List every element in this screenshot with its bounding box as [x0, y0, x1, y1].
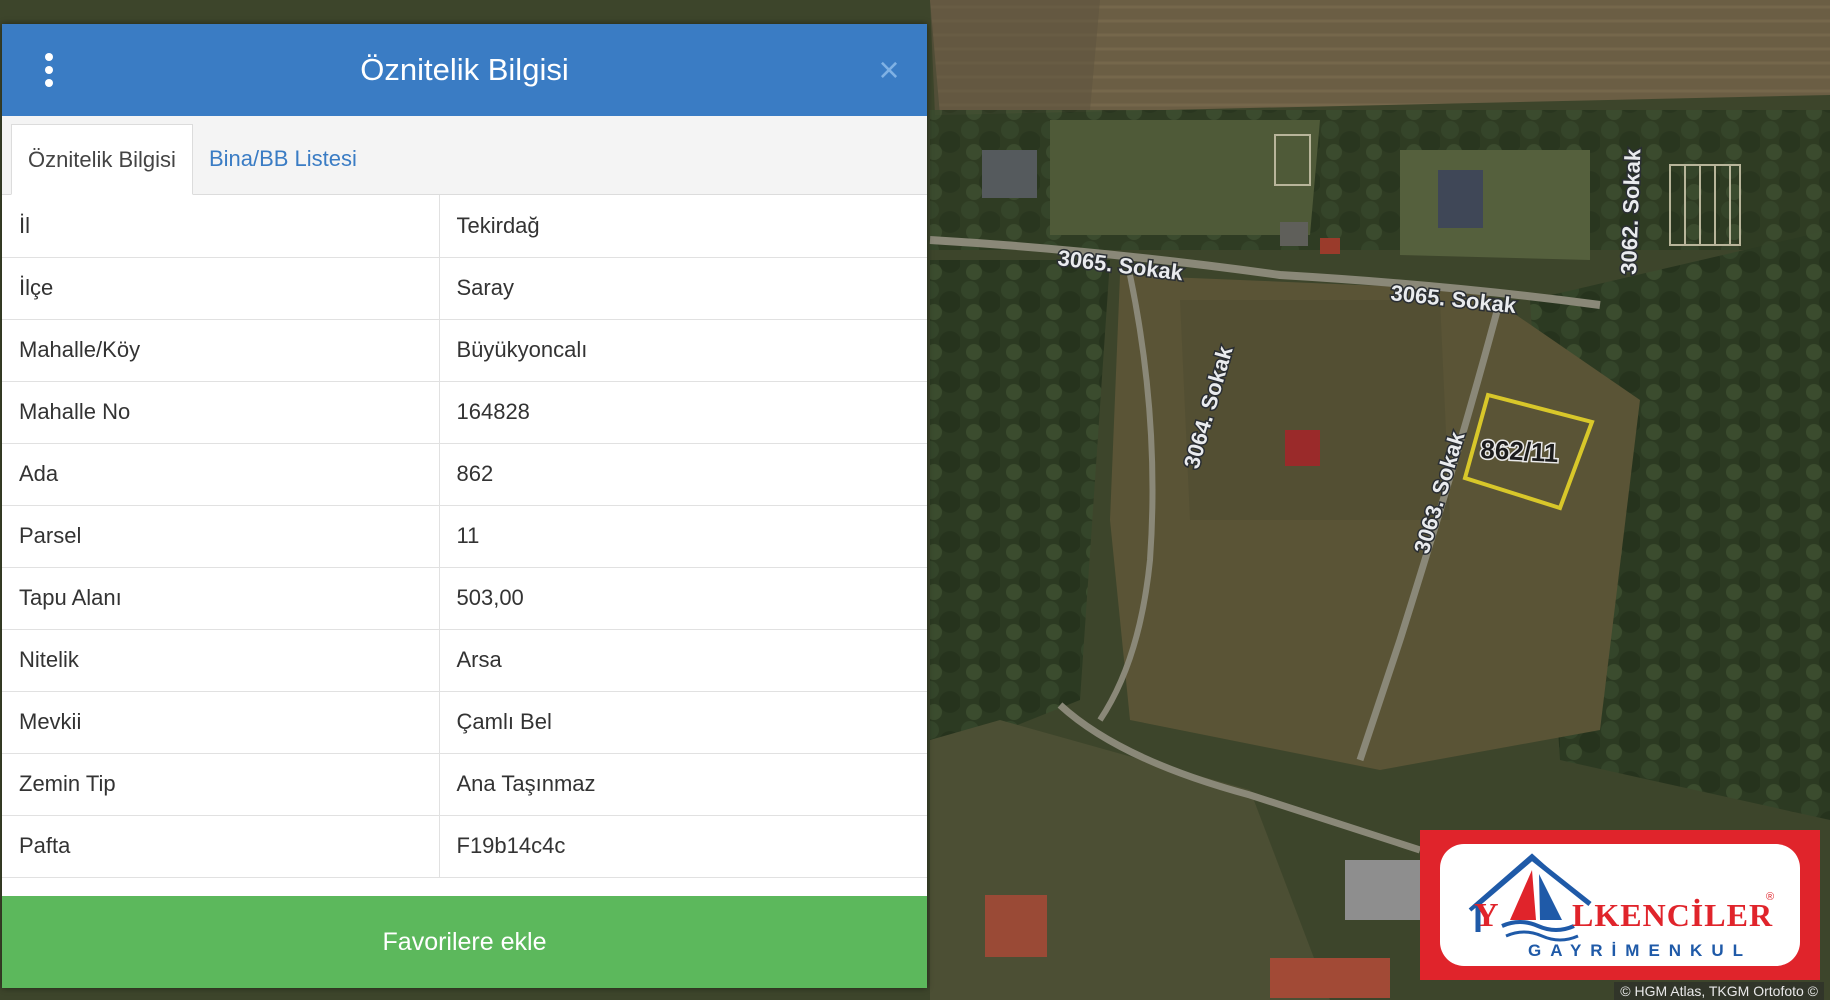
panel-header: Öznitelik Bilgisi × — [2, 24, 927, 116]
attribute-key: Zemin Tip — [2, 753, 440, 816]
attribute-key: İl — [2, 195, 440, 258]
table-row: Tapu Alanı 503,00 — [2, 567, 927, 630]
table-row: Pafta F19b14c4c — [2, 815, 927, 878]
attribute-key: Mevkii — [2, 691, 440, 754]
house-logo-icon: Y LKENCİLER ® GAYRİMENKUL — [1468, 853, 1774, 960]
registered-mark: ® — [1766, 891, 1774, 903]
attribute-value: 164828 — [439, 381, 927, 444]
table-row: Nitelik Arsa — [2, 629, 927, 692]
attribute-key: Nitelik — [2, 629, 440, 692]
logo-name: LKENCİLER — [1572, 897, 1773, 933]
attribute-value: Arsa — [439, 629, 927, 692]
logo-badge: Y LKENCİLER ® GAYRİMENKUL — [1440, 844, 1800, 966]
attribute-value: 503,00 — [439, 567, 927, 630]
table-row: İlçe Saray — [2, 257, 927, 320]
attribute-key: Parsel — [2, 505, 440, 568]
attribute-value: 11 — [439, 505, 927, 568]
attribute-value: Büyükyoncalı — [439, 319, 927, 382]
attribute-value: Tekirdağ — [439, 195, 927, 258]
company-logo: Y LKENCİLER ® GAYRİMENKUL — [1420, 830, 1820, 980]
panel-title: Öznitelik Bilgisi — [360, 52, 569, 87]
table-row: Mahalle/Köy Büyükyoncalı — [2, 319, 927, 382]
logo-name-initial: Y — [1474, 897, 1499, 934]
add-to-favorites-button[interactable]: Favorilere ekle — [2, 896, 927, 988]
table-row: Mahalle No 164828 — [2, 381, 927, 444]
close-icon[interactable]: × — [869, 50, 909, 90]
parcel-label: 862/11 — [1480, 434, 1560, 468]
vertical-ellipsis-icon[interactable] — [34, 50, 64, 90]
attribute-value: F19b14c4c — [439, 815, 927, 878]
map-attribution: © HGM Atlas, TKGM Ortofoto © — [1614, 982, 1824, 1000]
table-row: İl Tekirdağ — [2, 195, 927, 258]
attribute-key: Pafta — [2, 815, 440, 878]
tab-building-list[interactable]: Bina/BB Listesi — [193, 124, 373, 194]
logo-subtitle: GAYRİMENKUL — [1528, 941, 1752, 960]
attribute-info-panel: Öznitelik Bilgisi × Öznitelik Bilgisi Bi… — [2, 24, 927, 988]
table-row: Parsel 11 — [2, 505, 927, 568]
table-row: Ada 862 — [2, 443, 927, 506]
attribute-key: Mahalle No — [2, 381, 440, 444]
attribute-key: İlçe — [2, 257, 440, 320]
street-label-3062: 3062. Sokak — [1616, 148, 1645, 276]
tab-bar: Öznitelik Bilgisi Bina/BB Listesi — [2, 116, 927, 195]
attribute-key: Tapu Alanı — [2, 567, 440, 630]
table-row: Zemin Tip Ana Taşınmaz — [2, 753, 927, 816]
attribute-value: Ana Taşınmaz — [439, 753, 927, 816]
attribute-key: Ada — [2, 443, 440, 506]
attribute-value: 862 — [439, 443, 927, 506]
attribute-table: İl Tekirdağ İlçe Saray Mahalle/Köy Büyük… — [2, 195, 927, 878]
attribute-key: Mahalle/Köy — [2, 319, 440, 382]
attribute-value: Çamlı Bel — [439, 691, 927, 754]
attribute-value: Saray — [439, 257, 927, 320]
table-row: Mevkii Çamlı Bel — [2, 691, 927, 754]
tab-attribute-info[interactable]: Öznitelik Bilgisi — [11, 124, 193, 195]
